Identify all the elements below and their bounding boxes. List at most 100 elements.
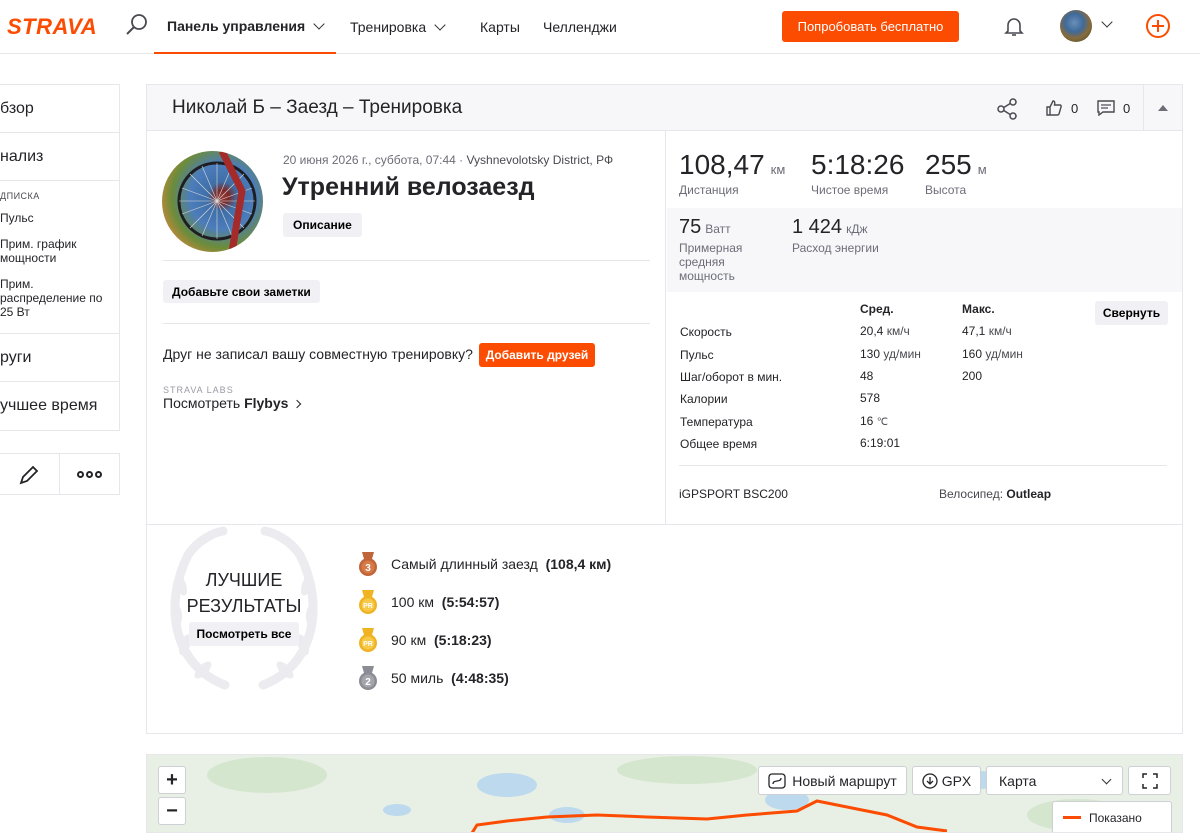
heartrate-avg-unit: уд/мин — [883, 347, 921, 361]
try-free-button[interactable]: Попробовать бесплатно — [782, 11, 959, 42]
nav-training[interactable]: Тренировка — [350, 0, 446, 54]
share-icon[interactable] — [995, 97, 1019, 121]
medal-label: PR — [363, 603, 373, 610]
gpx-label: GPX — [941, 772, 972, 789]
stat-elevation: 255 м Высота — [925, 149, 987, 197]
speed-avg: 20,4 км/ч — [860, 324, 910, 338]
map-type-select[interactable]: Карта — [986, 766, 1123, 795]
achievement-name: 50 миль — [391, 670, 444, 686]
add-notes-button[interactable]: Добавьте свои заметки — [163, 280, 320, 303]
sidebar-subscription-header: ДПИСКА — [0, 191, 40, 201]
sidebar-subscription-section: ДПИСКА Пульс Прим. график мощности Прим.… — [0, 181, 119, 334]
speed-label: Скорость — [680, 325, 732, 339]
nav-challenges[interactable]: Челленджи — [543, 0, 617, 54]
more-actions-button[interactable] — [60, 454, 119, 494]
zoom-out-button[interactable]: − — [158, 797, 186, 825]
avg-header: Сред. — [860, 302, 894, 316]
zoom-in-button[interactable]: + — [158, 766, 186, 794]
best-results-line2: РЕЗУЛЬТАТЫ — [186, 596, 302, 616]
description-button[interactable]: Описание — [283, 213, 362, 237]
strava-logo[interactable]: STRAVA — [7, 14, 97, 40]
heartrate-avg-value: 130 — [860, 347, 881, 361]
medal-bronze-icon: 3 — [359, 552, 377, 576]
activity-photo[interactable] — [162, 151, 263, 252]
primary-stats: 108,47 км Дистанция 5:18:26 Чистое время … — [667, 131, 1182, 208]
medal-pr-icon: PR — [359, 628, 377, 652]
see-all-button[interactable]: Посмотреть все — [189, 622, 299, 646]
activity-card: Николай Б – Заезд – Тренировка 0 0 20 ию… — [146, 84, 1183, 734]
medal-label: 3 — [365, 563, 371, 574]
distance-label: Дистанция — [679, 183, 739, 197]
route-icon — [768, 772, 786, 789]
activity-date: 20 июня 2026 г., суббота, 07:44 · — [283, 153, 467, 167]
sidebar-item-power-distribution[interactable]: Прим. распределение по 25 Вт — [0, 273, 119, 327]
search-icon[interactable] — [124, 12, 150, 38]
flybys-prefix: Посмотреть — [163, 395, 245, 411]
stat-distance: 108,47 км Дистанция — [679, 149, 785, 197]
stat-power: 75 Ватт Примерная средняя мощность — [679, 216, 769, 283]
collapse-button[interactable]: Свернуть — [1095, 301, 1168, 325]
gpx-download-button[interactable]: GPX — [912, 766, 981, 795]
new-route-button[interactable]: Новый маршрут — [758, 766, 907, 795]
speed-max-value: 47,1 — [962, 324, 986, 338]
comment-icon[interactable] — [1097, 100, 1115, 116]
activity-summary: 20 июня 2026 г., суббота, 07:44 · Vyshne… — [147, 131, 666, 524]
sidebar-item-others[interactable]: руги — [0, 334, 119, 382]
add-friends-button[interactable]: Добавить друзей — [479, 343, 595, 367]
activity-location: Vyshnevolotsky District, РФ — [466, 153, 614, 167]
divider — [679, 465, 1167, 466]
medal-silver-icon: 2 — [359, 666, 377, 690]
nav-dashboard[interactable]: Панель управления — [154, 0, 337, 54]
flybys-link[interactable]: Посмотреть Flybys — [163, 395, 302, 411]
nav-maps[interactable]: Карты — [480, 0, 520, 54]
fullscreen-button[interactable] — [1128, 766, 1171, 795]
download-icon — [922, 772, 938, 789]
collapse-toggle-icon[interactable] — [1158, 105, 1168, 111]
achievement-item[interactable]: PR 90 км (5:18:23) — [357, 627, 492, 653]
nav-dashboard-label: Панель управления — [167, 18, 306, 34]
power-label: Примерная средняя мощность — [679, 241, 743, 283]
chevron-down-icon[interactable] — [1101, 16, 1113, 28]
elevation-unit: м — [977, 162, 987, 177]
temperature-label: Температура — [680, 415, 753, 429]
bike-label: Велосипед: — [939, 487, 1007, 501]
sidebar-item-analysis[interactable]: нализ — [0, 133, 119, 181]
strava-labs-label: STRAVA LABS — [163, 385, 234, 395]
sidebar-item-power-curve[interactable]: Прим. график мощности — [0, 233, 119, 273]
best-results-title: ЛУЧШИЕ РЕЗУЛЬТАТЫ — [167, 567, 321, 619]
sidebar-item-heartrate[interactable]: Пульс — [0, 207, 119, 233]
achievement-item[interactable]: PR 100 км (5:54:57) — [357, 589, 499, 615]
distance-unit: км — [770, 162, 786, 177]
chevron-right-icon — [293, 399, 302, 409]
achievement-text: Самый длинный заезд (108,4 км) — [391, 556, 611, 572]
achievement-text: 100 км (5:54:57) — [391, 594, 499, 610]
achievement-value: (4:48:35) — [451, 670, 509, 686]
achievement-item[interactable]: 3 Самый длинный заезд (108,4 км) — [357, 551, 611, 577]
sidebar-item-best-efforts[interactable]: учшее время — [0, 382, 119, 430]
bell-icon[interactable] — [1002, 14, 1026, 38]
speed-avg-value: 20,4 — [860, 324, 884, 338]
edit-button[interactable] — [0, 454, 60, 494]
temperature-value: 16 — [860, 414, 874, 428]
temperature-unit: ℃ — [876, 417, 888, 428]
heartrate-max-value: 160 — [962, 347, 983, 361]
heartrate-label: Пульс — [680, 348, 714, 362]
medal-pr-icon: PR — [359, 590, 377, 614]
sidebar-tools — [0, 453, 120, 495]
distance-value: 108,47 — [679, 149, 765, 180]
activity-sidebar: бзор нализ ДПИСКА Пульс Прим. график мощ… — [0, 84, 120, 431]
sidebar-item-overview[interactable]: бзор — [0, 85, 119, 133]
new-route-label: Новый маршрут — [792, 772, 897, 789]
thumbs-up-icon[interactable] — [1045, 99, 1063, 117]
achievement-item[interactable]: 2 50 миль (4:48:35) — [357, 665, 509, 691]
elevation-label: Высота — [925, 183, 967, 197]
activity-map[interactable]: + − Новый маршрут GPX Карта Показано — [146, 754, 1183, 833]
user-avatar[interactable] — [1060, 10, 1092, 42]
add-activity-icon[interactable] — [1146, 14, 1170, 38]
chevron-down-icon — [1101, 774, 1112, 785]
max-header: Макс. — [962, 302, 995, 316]
bike-name[interactable]: Outleap — [1006, 487, 1051, 501]
achievement-name: 100 км — [391, 594, 434, 610]
heartrate-avg: 130 уд/мин — [860, 347, 921, 361]
top-navigation: STRAVA Панель управления Тренировка Карт… — [0, 0, 1200, 54]
